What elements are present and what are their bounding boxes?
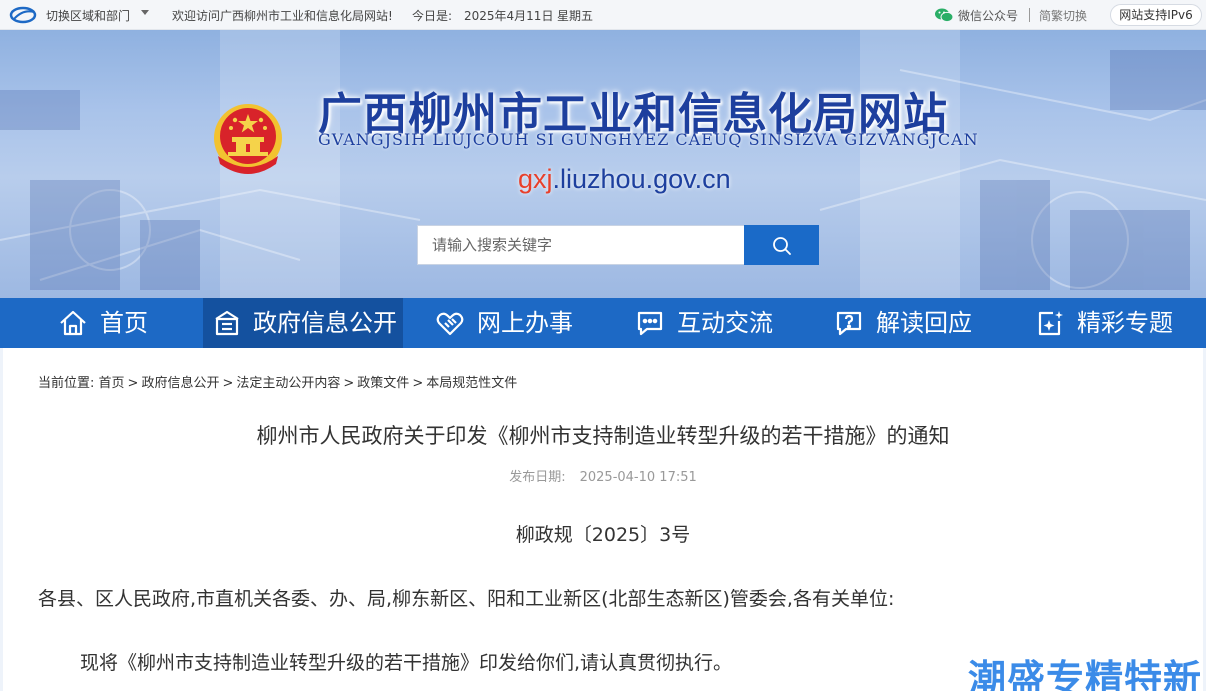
nav-label: 政府信息公开 <box>253 309 397 337</box>
breadcrumb-separator: > <box>127 376 139 391</box>
site-domain: gxj.liuzhou.gov.cn <box>518 164 731 195</box>
breadcrumb-link-home[interactable]: 首页 <box>99 376 125 391</box>
search-button[interactable] <box>744 225 819 265</box>
article-panel: 当前位置: 首页 > 政府信息公开 > 法定主动公开内容 > 政策文件 > 本局规范性文件 柳州… <box>3 348 1203 691</box>
welcome-text: 欢迎访问广西柳州市工业和信息化局网站! <box>172 9 393 23</box>
nav-label: 网上办事 <box>477 309 573 337</box>
publish-label: 发布日期: <box>509 470 566 485</box>
publish-date: 2025-04-10 17:51 <box>579 470 697 485</box>
breadcrumb: 当前位置: 首页 > 政府信息公开 > 法定主动公开内容 > 政策文件 > 本局规范性文件 <box>38 372 517 391</box>
nav-label: 互动交流 <box>677 309 773 337</box>
breadcrumb-link-policy[interactable]: 政策文件 <box>357 376 409 391</box>
nav-item-interaction[interactable]: 互动交流 <box>635 298 795 348</box>
site-subtitle: GVANGJSIH LIUJCOUH SI GUNGHYEZ CAEUQ SIN… <box>318 130 979 149</box>
domain-rest: .liuzhou.gov.cn <box>552 164 731 194</box>
wechat-icon[interactable] <box>934 7 954 23</box>
current-weekday: 星期五 <box>557 9 594 23</box>
site-logo-icon <box>9 6 37 24</box>
publish-info: 发布日期: 2025-04-10 17:51 <box>3 466 1203 485</box>
chevron-down-icon[interactable] <box>141 10 149 15</box>
wechat-link[interactable]: 微信公众号 <box>958 7 1018 24</box>
handshake-icon <box>436 312 464 336</box>
search-icon <box>773 237 791 255</box>
sparkle-icon <box>1038 311 1063 336</box>
article-title: 柳州市人民政府关于印发《柳州市支持制造业转型升级的若干措施》的通知 <box>256 424 950 448</box>
nav-label: 精彩专题 <box>1077 309 1173 337</box>
national-emblem-icon <box>214 104 282 174</box>
breadcrumb-prefix: 当前位置: <box>38 376 95 391</box>
region-switch-link[interactable]: 切换区域和部门 <box>46 7 130 24</box>
header-banner: 广西柳州市工业和信息化局网站 GVANGJSIH LIUJCOUH SI GUN… <box>0 30 1206 298</box>
breadcrumb-link-normative[interactable]: 本局规范性文件 <box>426 376 517 391</box>
today-label: 今日是: <box>412 9 453 23</box>
nav-label: 解读回应 <box>876 309 972 337</box>
domain-prefix: gxj <box>518 164 553 194</box>
nav-item-home[interactable]: 首页 <box>58 298 198 348</box>
breadcrumb-link-statutory[interactable]: 法定主动公开内容 <box>236 376 340 391</box>
nav-label: 首页 <box>100 309 148 337</box>
breadcrumb-link-gov-info[interactable]: 政府信息公开 <box>141 376 219 391</box>
building-icon <box>215 310 239 336</box>
document-number: 柳政规〔2025〕3号 <box>515 524 691 546</box>
current-date: 2025年4月11日 <box>464 9 554 23</box>
top-bar: 切换区域和部门 欢迎访问广西柳州市工业和信息化局网站! 今日是: 2025年4月… <box>0 0 1206 30</box>
traditional-switch-link[interactable]: 简繁切换 <box>1039 7 1087 24</box>
watermark-logo: 潮盛专精特新 <box>968 657 1203 691</box>
breadcrumb-separator: > <box>343 376 355 391</box>
main-nav: 首页 政府信息公开 网上办事 互动交流 解读回应 精彩专题 <box>0 298 1206 348</box>
nav-item-special-topics[interactable]: 精彩专题 <box>1035 298 1195 348</box>
article-addressee: 各县、区人民政府,市直机关各委、办、局,柳东新区、阳和工业新区(北部生态新区)管… <box>38 588 895 610</box>
ipv6-badge: 网站支持IPv6 <box>1110 4 1202 26</box>
home-icon <box>60 310 86 336</box>
nav-item-gov-info[interactable]: 政府信息公开 <box>203 298 403 348</box>
nav-item-interpretation[interactable]: 解读回应 <box>834 298 994 348</box>
divider <box>1029 8 1030 22</box>
search-input[interactable] <box>417 225 745 265</box>
article-body-paragraph: 现将《柳州市支持制造业转型升级的若干措施》印发给你们,请认真贯彻执行。 <box>80 652 733 674</box>
chat-icon <box>637 311 663 336</box>
question-chat-icon <box>836 311 862 336</box>
breadcrumb-separator: > <box>222 376 234 391</box>
breadcrumb-separator: > <box>412 376 424 391</box>
nav-item-online-services[interactable]: 网上办事 <box>435 298 595 348</box>
